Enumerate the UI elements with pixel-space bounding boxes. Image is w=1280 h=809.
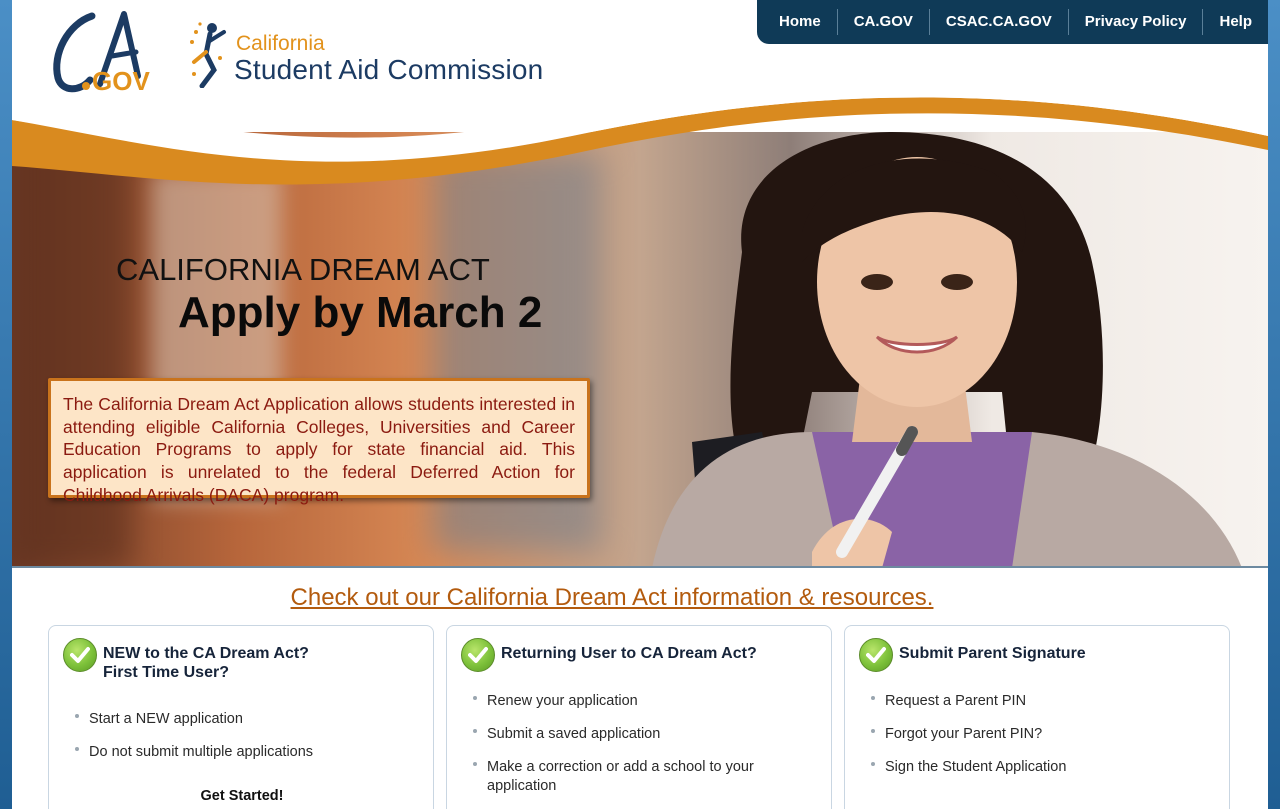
hero-title-small: CALIFORNIA DREAM ACT — [116, 252, 490, 287]
hero-title-large: Apply by March 2 — [178, 288, 543, 337]
renew-application-link[interactable]: Renew your application — [469, 692, 789, 711]
get-started-button[interactable]: Get Started! — [49, 788, 435, 804]
card-parent-signature: Submit Parent Signature Request a Parent… — [844, 625, 1230, 809]
nav-privacy-link[interactable]: Privacy Policy — [1069, 9, 1204, 35]
hero-description-box: The California Dream Act Application all… — [48, 378, 590, 505]
card-title-line1: NEW to the CA Dream Act? — [103, 645, 309, 662]
card-title: Submit Parent Signature — [899, 645, 1086, 662]
no-multiple-applications-note: Do not submit multiple applications — [71, 743, 313, 762]
nav-ca-gov-link[interactable]: CA.GOV — [838, 9, 930, 35]
hero-divider — [12, 566, 1268, 568]
nav-csac-link[interactable]: CSAC.CA.GOV — [930, 9, 1069, 35]
request-parent-pin-link[interactable]: Request a Parent PIN — [867, 692, 1066, 711]
card-list: Start a NEW application Do not submit mu… — [71, 710, 313, 776]
card-list: Request a Parent PIN Forgot your Parent … — [867, 692, 1066, 791]
csac-logo[interactable]: California Student Aid Commission — [188, 18, 568, 88]
top-navigation: Home CA.GOV CSAC.CA.GOV Privacy Policy H… — [757, 0, 1268, 44]
page-frame: GOV California Student Aid Commission Ho… — [12, 0, 1268, 809]
check-icon — [461, 638, 495, 672]
header-swoosh — [12, 84, 1268, 185]
nav-home-link[interactable]: Home — [763, 9, 838, 35]
nav-help-link[interactable]: Help — [1203, 9, 1264, 35]
card-returning-user: Returning User to CA Dream Act? Renew yo… — [446, 625, 832, 809]
start-new-application-link[interactable]: Start a NEW application — [71, 710, 313, 729]
card-title: NEW to the CA Dream Act? First Time User… — [103, 644, 309, 682]
sign-student-application-link[interactable]: Sign the Student Application — [867, 758, 1066, 777]
card-title: Returning User to CA Dream Act? — [501, 645, 757, 662]
submit-saved-application-link[interactable]: Submit a saved application — [469, 725, 789, 744]
csac-logo-line1: California — [236, 32, 325, 55]
resources-link[interactable]: Check out our California Dream Act infor… — [12, 584, 1212, 612]
card-list: Renew your application Submit a saved ap… — [469, 692, 789, 809]
make-correction-link[interactable]: Make a correction or add a school to you… — [469, 758, 789, 796]
forgot-parent-pin-link[interactable]: Forgot your Parent PIN? — [867, 725, 1066, 744]
card-new-user: NEW to the CA Dream Act? First Time User… — [48, 625, 434, 809]
card-title-line2: First Time User? — [103, 664, 229, 681]
check-icon — [859, 638, 893, 672]
check-icon — [63, 638, 97, 672]
graduate-figure-icon — [190, 22, 226, 88]
